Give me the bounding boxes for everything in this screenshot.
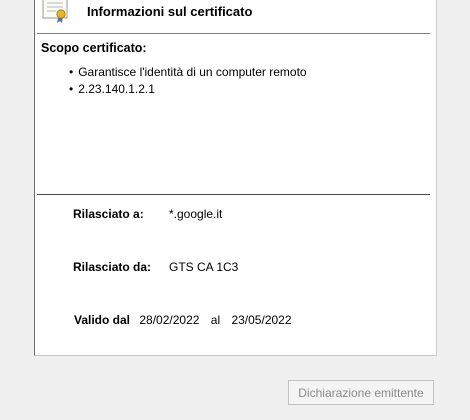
certificate-icon [42, 0, 68, 23]
section-divider [37, 194, 430, 195]
issued-to-value: *.google.it [169, 207, 223, 221]
certificate-purpose-list: Garantisce l'identità di un computer rem… [69, 64, 307, 98]
issuer-statement-button[interactable]: Dichiarazione emittente [288, 380, 434, 405]
issued-to-row: Rilasciato a: [73, 207, 144, 221]
validity-row: Valido dal 28/02/2022 al 23/05/2022 [74, 313, 292, 327]
valid-to-label: al [210, 313, 221, 327]
issued-by-label: Rilasciato da: [73, 260, 152, 274]
certificate-info-panel: Informazioni sul certificato Scopo certi… [34, 0, 437, 356]
certificate-info-title: Informazioni sul certificato [87, 4, 253, 19]
issued-by-row: Rilasciato da: [73, 260, 151, 274]
purpose-item: Garantisce l'identità di un computer rem… [69, 64, 306, 81]
purpose-item: 2.23.140.1.2.1 [69, 81, 307, 98]
issued-to-label: Rilasciato a: [73, 207, 144, 221]
valid-from-date: 28/02/2022 [139, 313, 200, 327]
header-divider [37, 33, 430, 34]
issued-by-value: GTS CA 1C3 [169, 260, 239, 274]
certificate-purpose-heading: Scopo certificato: [41, 41, 147, 55]
valid-to-date: 23/05/2022 [231, 313, 292, 327]
valid-from-label: Valido dal [74, 313, 131, 327]
